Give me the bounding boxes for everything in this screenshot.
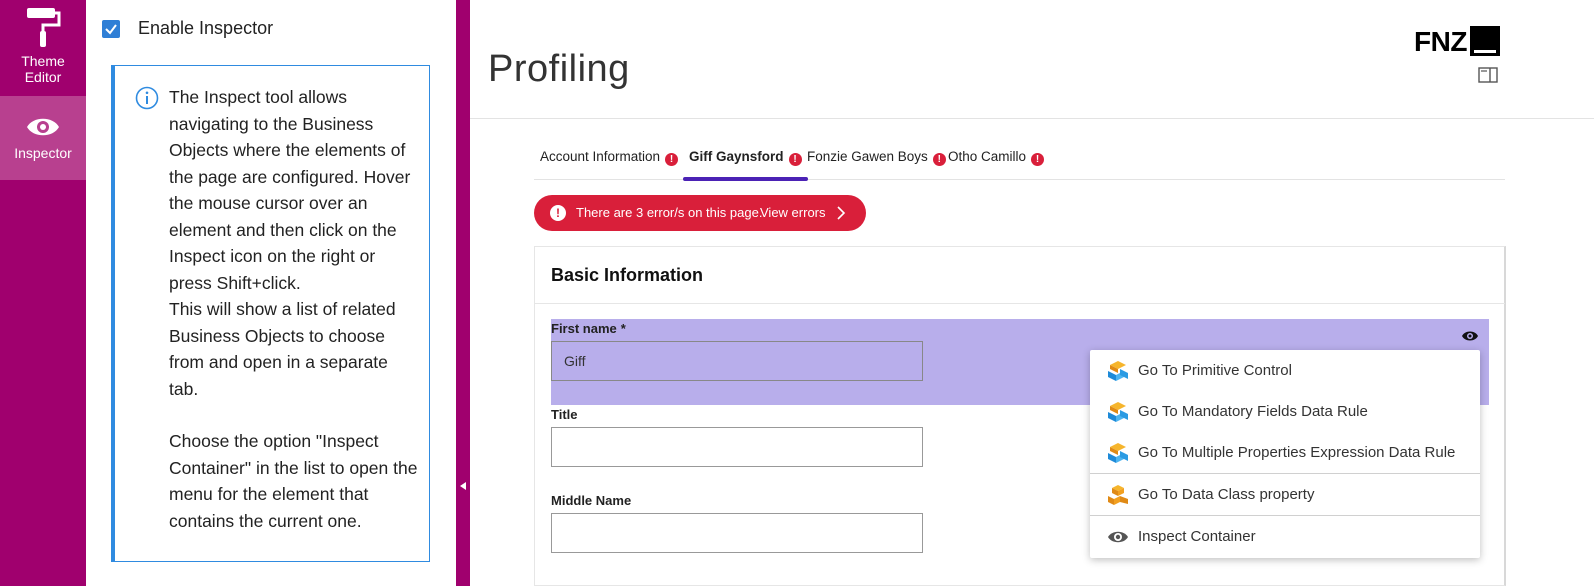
error-icon: !: [550, 205, 566, 221]
tab-giff-gaynsford[interactable]: Giff Gaynsford!: [683, 140, 808, 181]
left-rail: Theme Editor Inspector: [0, 0, 86, 586]
error-banner[interactable]: ! There are 3 error/s on this page. View…: [534, 195, 866, 231]
info-paragraph: Choose the option "Inspect Container" in…: [169, 431, 418, 531]
blocks-blue-icon: [1108, 361, 1128, 381]
rail-item-label: Theme Editor: [21, 53, 65, 85]
collapse-left-icon[interactable]: [456, 480, 470, 492]
inspect-eye-icon[interactable]: [1461, 329, 1479, 343]
checkmark-icon: [105, 24, 117, 35]
side-panel-icon[interactable]: [1478, 67, 1498, 83]
eye-icon: [1108, 531, 1128, 543]
view-errors-link[interactable]: View errors: [760, 205, 826, 220]
tab-label: Account Information: [540, 149, 661, 164]
error-icon: !: [932, 153, 946, 166]
blocks-orange-icon: [1108, 485, 1128, 505]
paint-roller-icon: [27, 8, 61, 47]
menu-item-label: Go To Multiple Properties Expression Dat…: [1138, 444, 1456, 461]
error-icon: !: [665, 153, 679, 166]
first-name-label: First name *: [551, 321, 626, 336]
tab-account-information[interactable]: Account Information!: [540, 140, 679, 180]
title-label: Title: [551, 407, 578, 422]
logo-block: [1469, 26, 1500, 56]
fnz-logo: FNZ: [1414, 26, 1500, 58]
menu-item-go-to-primitive-control[interactable]: Go To Primitive Control: [1090, 350, 1480, 391]
logo-text: FNZ: [1414, 26, 1467, 57]
middle-name-input[interactable]: [551, 513, 923, 553]
info-paragraph: The Inspect tool allows navigating to th…: [169, 87, 411, 293]
menu-item-go-to-data-class-property[interactable]: Go To Data Class property: [1090, 474, 1480, 515]
middle-name-label: Middle Name: [551, 493, 632, 508]
eye-icon: [27, 118, 59, 136]
tab-bar: Account Information! Giff Gaynsford! Fon…: [534, 140, 1505, 181]
menu-item-label: Go To Mandatory Fields Data Rule: [1138, 403, 1368, 420]
field-label-text: First name: [551, 321, 617, 336]
card-title: Basic Information: [551, 265, 704, 285]
menu-item-go-to-mandatory-fields-data-rule[interactable]: Go To Mandatory Fields Data Rule: [1090, 391, 1480, 432]
first-name-input[interactable]: Giff: [551, 341, 923, 381]
blocks-blue-icon: [1108, 443, 1128, 463]
error-message: There are 3 error/s on this page.: [576, 205, 763, 220]
tab-label: Giff Gaynsford: [689, 149, 784, 164]
menu-item-inspect-container[interactable]: Inspect Container: [1090, 516, 1480, 557]
tab-label: Fonzie Gawen Boys: [807, 149, 928, 164]
info-text: The Inspect tool allows navigating to th…: [169, 84, 419, 534]
title-input[interactable]: [551, 427, 923, 467]
required-mark: *: [620, 321, 626, 336]
menu-item-label: Inspect Container: [1138, 528, 1256, 545]
tab-label: Otho Camillo: [948, 149, 1027, 164]
card-divider: [535, 303, 1505, 304]
page-title: Profiling: [488, 48, 630, 90]
error-icon: !: [788, 153, 802, 166]
error-icon: !: [1031, 153, 1045, 166]
chevron-right-icon: [837, 206, 846, 220]
rail-item-theme-editor[interactable]: Theme Editor: [0, 0, 86, 94]
enable-inspector-label[interactable]: Enable Inspector: [138, 18, 273, 39]
menu-item-label: Go To Primitive Control: [1138, 362, 1292, 379]
blocks-blue-icon: [1108, 402, 1128, 422]
info-box: The Inspect tool allows navigating to th…: [111, 65, 430, 562]
tab-fonzie-gawen-boys[interactable]: Fonzie Gawen Boys!: [807, 140, 946, 180]
rail-item-label: Inspector: [14, 145, 72, 161]
menu-item-go-to-multiple-properties-expression-data-rule[interactable]: Go To Multiple Properties Expression Dat…: [1090, 432, 1480, 473]
info-icon: [135, 86, 159, 110]
enable-inspector-checkbox[interactable]: [102, 20, 120, 38]
panel-divider[interactable]: [456, 0, 470, 586]
header-divider: [470, 118, 1594, 119]
info-paragraph: This will show a list of related Busines…: [169, 299, 396, 399]
inspector-panel: Enable Inspector The Inspect tool allows…: [86, 0, 456, 586]
inspector-context-menu: Go To Primitive Control Go To Mandatory …: [1090, 350, 1480, 558]
rail-item-inspector[interactable]: Inspector: [0, 96, 86, 180]
menu-item-label: Go To Data Class property: [1138, 486, 1315, 503]
tab-otho-camillo[interactable]: Otho Camillo!: [948, 140, 1045, 180]
